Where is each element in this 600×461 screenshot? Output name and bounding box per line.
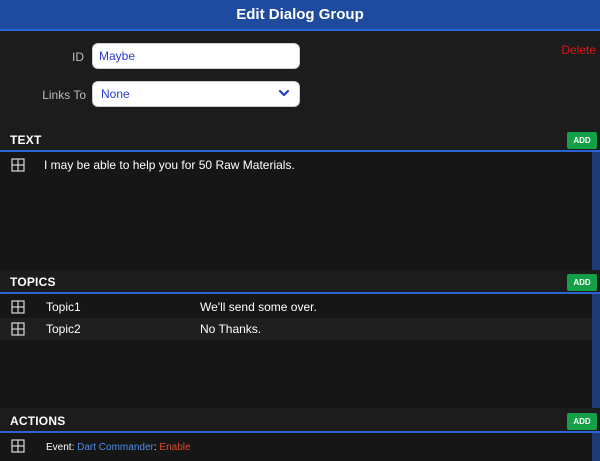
- chevron-down-icon: [277, 86, 291, 103]
- topics-scrollbar[interactable]: [592, 294, 600, 408]
- grid-drag-icon[interactable]: [11, 322, 25, 336]
- dialog-title-bar: Edit Dialog Group: [0, 0, 600, 31]
- topic-row[interactable]: Topic2 No Thanks.: [0, 318, 592, 340]
- actions-list: Event: Dart Commander: Enable: [0, 433, 600, 461]
- actions-scrollbar[interactable]: [592, 433, 600, 461]
- topic-row[interactable]: Topic1 We'll send some over.: [0, 296, 592, 318]
- topics-section-header: TOPICS ADD: [0, 272, 600, 294]
- id-input[interactable]: [92, 43, 300, 69]
- links-to-label: Links To: [42, 88, 86, 102]
- topic-reply: No Thanks.: [200, 322, 262, 336]
- topic-reply: We'll send some over.: [200, 300, 317, 314]
- text-section-header: TEXT ADD: [0, 130, 600, 152]
- text-list: I may be able to help you for 50 Raw Mat…: [0, 152, 600, 270]
- action-description: Event: Dart Commander: Enable: [46, 442, 191, 453]
- text-row-content: I may be able to help you for 50 Raw Mat…: [44, 158, 295, 172]
- delete-link[interactable]: Delete: [561, 43, 596, 57]
- topic-name: Topic2: [46, 322, 81, 336]
- add-action-button[interactable]: ADD: [567, 413, 597, 430]
- topics-section-title: TOPICS: [10, 275, 56, 289]
- text-scrollbar[interactable]: [592, 152, 600, 270]
- actions-section-header: ACTIONS ADD: [0, 411, 600, 433]
- actions-section-title: ACTIONS: [10, 414, 66, 428]
- text-row[interactable]: I may be able to help you for 50 Raw Mat…: [0, 154, 592, 176]
- links-to-value: None: [101, 87, 130, 101]
- action-value[interactable]: Enable: [159, 442, 190, 453]
- grid-drag-icon[interactable]: [11, 300, 25, 314]
- dialog-title: Edit Dialog Group: [236, 6, 364, 23]
- action-type: Event: [46, 442, 72, 453]
- add-text-button[interactable]: ADD: [567, 132, 597, 149]
- action-target[interactable]: Dart Commander: [77, 442, 154, 453]
- grid-drag-icon[interactable]: [11, 439, 25, 453]
- links-to-select[interactable]: None: [92, 81, 300, 107]
- action-row[interactable]: Event: Dart Commander: Enable: [0, 435, 592, 457]
- topic-name: Topic1: [46, 300, 81, 314]
- text-section-title: TEXT: [10, 133, 42, 147]
- grid-drag-icon[interactable]: [11, 158, 25, 172]
- topics-list: Topic1 We'll send some over. Topic2 No T…: [0, 294, 600, 408]
- add-topic-button[interactable]: ADD: [567, 274, 597, 291]
- id-label: ID: [72, 50, 84, 64]
